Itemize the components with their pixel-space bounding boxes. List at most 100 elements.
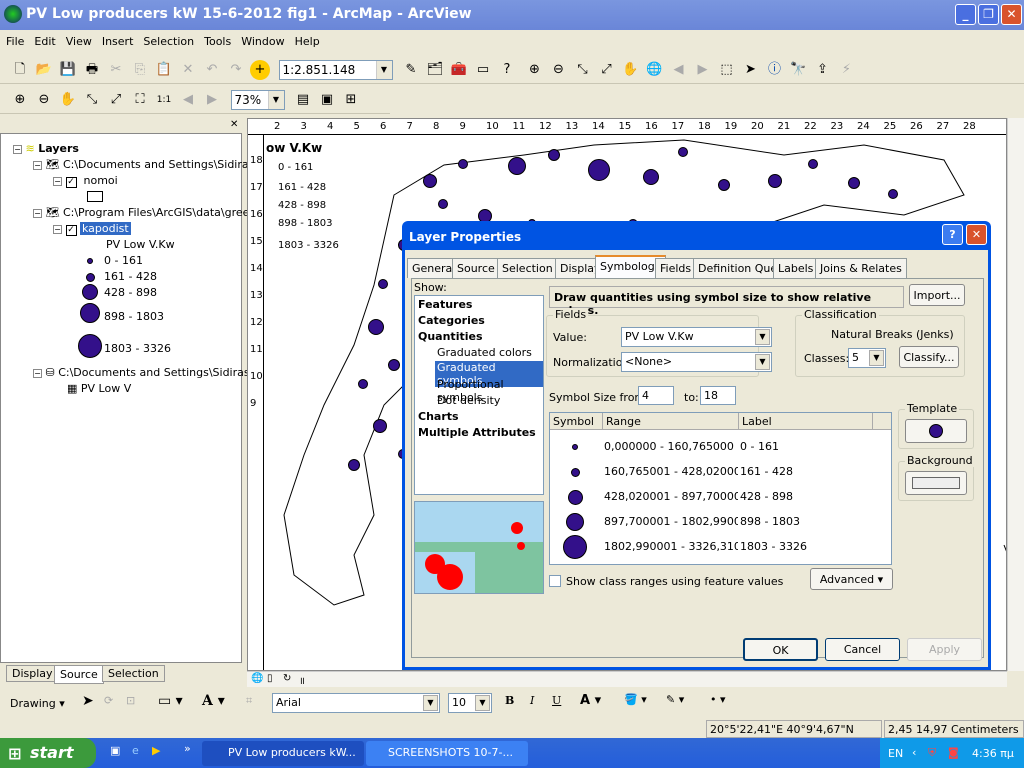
menu-window[interactable]: Window bbox=[235, 30, 288, 48]
zoom-full-icon[interactable]: ⛶ bbox=[130, 90, 150, 110]
column-symbol[interactable]: Symbol bbox=[553, 415, 594, 428]
horizontal-scrollbar[interactable]: 🌐 ▯ ↻ ॥ bbox=[247, 671, 1007, 687]
dialog-close-button[interactable]: ✕ bbox=[966, 224, 987, 245]
column-range[interactable]: Range bbox=[602, 413, 644, 430]
classes-select[interactable]: 5 ▼ bbox=[848, 348, 886, 368]
drawing-menu[interactable]: Drawing ▾ bbox=[10, 697, 65, 710]
select-elements-icon[interactable]: ➤ bbox=[82, 693, 94, 709]
toc-tab-display[interactable]: Display bbox=[6, 665, 59, 682]
collapse-icon[interactable]: − bbox=[13, 145, 22, 154]
line-color-icon[interactable]: ✎ ▾ bbox=[666, 693, 684, 706]
previous-extent-icon[interactable]: ◀ bbox=[178, 90, 198, 110]
edit-vertices-icon[interactable]: ⌗ bbox=[246, 694, 252, 708]
tab-labels[interactable]: Labels bbox=[773, 258, 819, 278]
class-symbol[interactable] bbox=[567, 489, 583, 505]
layout-zoom-in-icon[interactable]: ⊕ bbox=[10, 90, 30, 110]
zoom-100-icon[interactable]: 1:1 bbox=[154, 90, 174, 110]
select-features-icon[interactable]: ⬚ bbox=[717, 60, 737, 80]
template-symbol-button[interactable] bbox=[905, 419, 967, 443]
focus-data-frame-icon[interactable]: ▣ bbox=[317, 90, 337, 110]
class-label[interactable]: 898 - 1803 bbox=[740, 515, 800, 528]
class-symbol[interactable] bbox=[566, 513, 584, 531]
print-icon[interactable]: 🖶 bbox=[82, 60, 102, 80]
pause-icon[interactable]: ॥ bbox=[299, 673, 305, 687]
class-range[interactable]: 160,765001 - 428,020000 bbox=[604, 465, 738, 478]
class-label[interactable]: 0 - 161 bbox=[740, 440, 779, 453]
language-indicator[interactable]: EN bbox=[888, 747, 903, 760]
new-icon[interactable]: 🗋 bbox=[10, 60, 30, 80]
value-field-select[interactable]: PV Low V.Kw ▼ bbox=[621, 327, 772, 347]
data-view-icon[interactable]: 🌐 bbox=[251, 673, 263, 684]
toc-root-layers[interactable]: Layers bbox=[38, 142, 79, 155]
marker-color-icon[interactable]: • ▾ bbox=[710, 693, 726, 706]
arccatalog-icon[interactable]: 🗂 bbox=[425, 60, 445, 80]
forward-icon[interactable]: ▶ bbox=[693, 60, 713, 80]
hyperlink-icon[interactable]: ⚡ bbox=[837, 60, 857, 80]
show-desktop-icon[interactable]: ▣ bbox=[110, 744, 120, 757]
tab-selection[interactable]: Selection bbox=[497, 258, 558, 278]
delete-icon[interactable]: ✕ bbox=[178, 60, 198, 80]
new-text-icon[interactable]: A ▾ bbox=[202, 693, 225, 709]
class-row[interactable]: 0,000000 - 160,765000 0 - 161 bbox=[550, 435, 870, 459]
toc-tab-selection[interactable]: Selection bbox=[102, 665, 165, 682]
menu-insert[interactable]: Insert bbox=[96, 30, 138, 48]
symbol-size-to-input[interactable]: 18 bbox=[700, 386, 736, 405]
show-class-ranges-checkbox[interactable] bbox=[549, 575, 561, 587]
tray-expand-icon[interactable]: ‹ bbox=[912, 746, 916, 759]
next-extent-icon[interactable]: ▶ bbox=[202, 90, 222, 110]
font-select[interactable]: Arial ▼ bbox=[272, 693, 440, 713]
toc-tab-source[interactable]: Source bbox=[54, 665, 104, 684]
undo-icon[interactable]: ↶ bbox=[202, 60, 222, 80]
zoom-whole-page-icon[interactable]: ⤡ bbox=[82, 90, 102, 110]
close-button[interactable]: ✕ bbox=[1001, 4, 1022, 25]
arctoolbox-icon[interactable]: 🧰 bbox=[449, 60, 469, 80]
add-data-icon[interactable]: + bbox=[250, 60, 270, 80]
start-button[interactable]: ⊞ start bbox=[0, 738, 96, 768]
map-scale-combo[interactable]: 1:2.851.148 ▼ bbox=[278, 60, 393, 80]
rotate-icon[interactable]: ⟳ bbox=[104, 694, 113, 707]
open-icon[interactable]: 📂 bbox=[34, 60, 54, 80]
menu-selection[interactable]: Selection bbox=[137, 30, 198, 48]
class-label[interactable]: 161 - 428 bbox=[740, 465, 793, 478]
fixed-zoom-in-icon[interactable]: ⤡ bbox=[573, 60, 593, 80]
italic-icon[interactable]: I bbox=[530, 694, 534, 707]
tab-source[interactable]: Source bbox=[452, 258, 500, 278]
classify-button[interactable]: Classify... bbox=[899, 346, 959, 368]
paste-icon[interactable]: 📋 bbox=[154, 60, 174, 80]
antivirus-icon[interactable]: ◙ bbox=[948, 746, 959, 759]
quicklaunch-chevron-icon[interactable]: » bbox=[184, 742, 191, 755]
layer-visibility-checkbox[interactable]: ✓ bbox=[65, 225, 77, 236]
class-range[interactable]: 1802,990001 - 3326,310000 bbox=[604, 540, 738, 553]
class-label[interactable]: 1803 - 3326 bbox=[740, 540, 807, 553]
layout-view-icon[interactable]: ▯ bbox=[267, 673, 273, 684]
layer-visibility-checkbox[interactable]: ✓ bbox=[65, 177, 77, 188]
menu-edit[interactable]: Edit bbox=[28, 30, 59, 48]
rectangle-icon[interactable]: ▭ ▾ bbox=[158, 693, 183, 709]
bold-icon[interactable]: B bbox=[505, 694, 514, 707]
normalization-select[interactable]: <None> ▼ bbox=[621, 352, 772, 372]
fixed-zoom-out-icon[interactable]: ⤢ bbox=[597, 60, 617, 80]
collapse-icon[interactable]: − bbox=[53, 225, 62, 234]
menu-help[interactable]: Help bbox=[289, 30, 324, 48]
background-symbol-button[interactable] bbox=[905, 471, 967, 495]
toc-frame-2[interactable]: C:\Program Files\ArcGIS\data\gree bbox=[63, 206, 249, 219]
font-size-select[interactable]: 10 ▼ bbox=[448, 693, 492, 713]
class-range[interactable]: 0,000000 - 160,765000 bbox=[604, 440, 738, 453]
internet-explorer-icon[interactable]: e bbox=[132, 744, 139, 757]
column-label[interactable]: Label bbox=[738, 413, 775, 430]
maximize-button[interactable]: ❐ bbox=[978, 4, 999, 25]
menu-view[interactable]: View bbox=[60, 30, 96, 48]
select-elements-icon[interactable]: ➤ bbox=[741, 60, 761, 80]
toc-layer-kapodist[interactable]: kapodist bbox=[80, 222, 131, 235]
tab-fields[interactable]: Fields bbox=[655, 258, 697, 278]
toc-frame-3[interactable]: C:\Documents and Settings\Sidiras bbox=[58, 366, 249, 379]
menu-tools[interactable]: Tools bbox=[198, 30, 235, 48]
show-item-features[interactable]: Features bbox=[418, 298, 472, 311]
back-icon[interactable]: ◀ bbox=[669, 60, 689, 80]
show-item-graduated-colors[interactable]: Graduated colors bbox=[437, 346, 532, 359]
save-icon[interactable]: 💾 bbox=[58, 60, 78, 80]
toc-layer-nomoi[interactable]: nomoi bbox=[84, 174, 118, 187]
class-range[interactable]: 428,020001 - 897,700000 bbox=[604, 490, 738, 503]
media-player-icon[interactable]: ▶ bbox=[152, 744, 160, 757]
cancel-button[interactable]: Cancel bbox=[825, 638, 900, 661]
